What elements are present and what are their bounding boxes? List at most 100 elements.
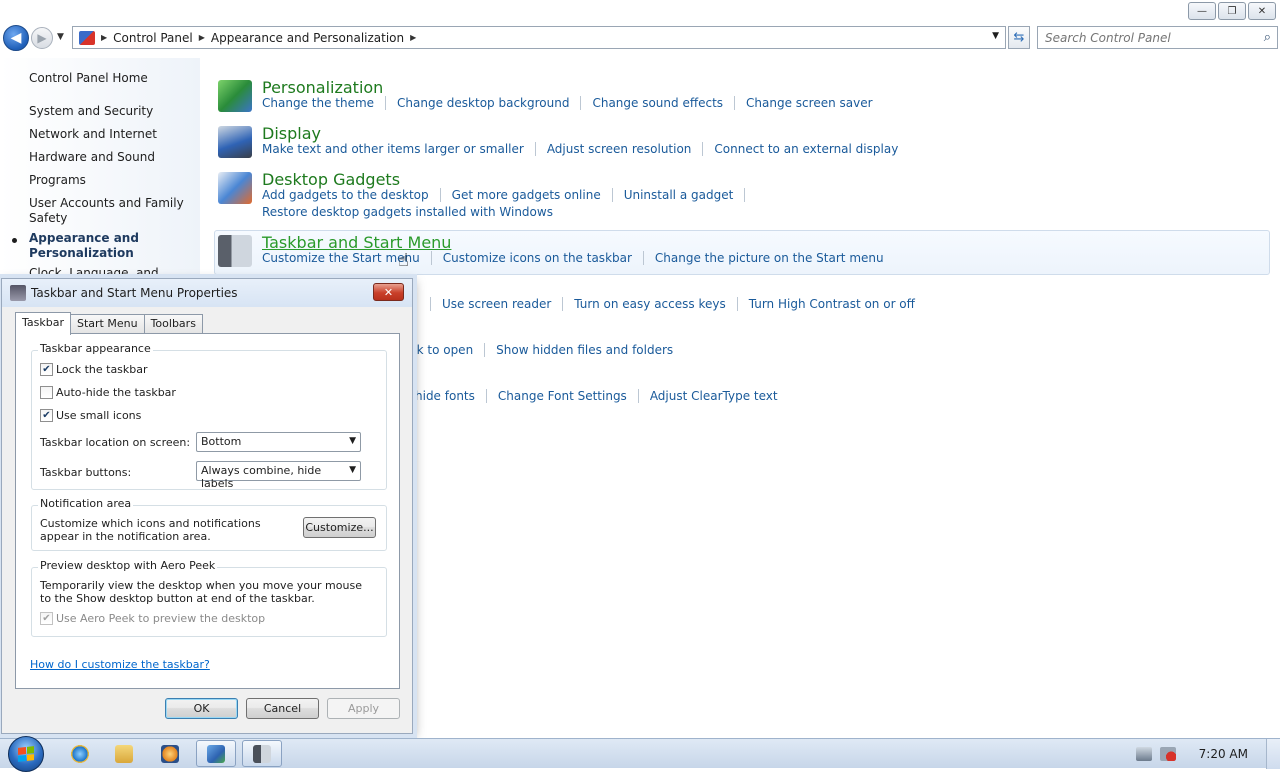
- sidebar-item-network[interactable]: Network and Internet: [29, 127, 194, 142]
- taskbar-start-menu-title[interactable]: Taskbar and Start Menu: [262, 233, 451, 252]
- sidebar-item-system-security[interactable]: System and Security: [29, 104, 194, 119]
- ie-icon: [71, 744, 89, 763]
- breadcrumb-appearance[interactable]: Appearance and Personalization: [211, 31, 404, 45]
- hand-cursor-icon: ☝: [398, 250, 409, 271]
- aero-peek-checkbox-label: Use Aero Peek to preview the desktop: [56, 612, 266, 625]
- link-add-gadgets[interactable]: Add gadgets to the desktop: [262, 188, 429, 202]
- taskbar-explorer-button[interactable]: [104, 740, 144, 767]
- link-screen-resolution[interactable]: Adjust screen resolution: [547, 142, 692, 156]
- notification-area-group: Notification area Customize which icons …: [31, 497, 387, 551]
- tab-toolbars[interactable]: Toolbars: [143, 314, 203, 334]
- forward-button[interactable]: ▶: [31, 27, 53, 49]
- sidebar-item-user-accounts[interactable]: User Accounts and Family Safety: [29, 196, 194, 226]
- display-icon[interactable]: [218, 126, 252, 158]
- link-cleartype[interactable]: Adjust ClearType text: [650, 389, 778, 403]
- link-change-start-picture[interactable]: Change the picture on the Start menu: [655, 251, 884, 265]
- link-external-display[interactable]: Connect to an external display: [714, 142, 898, 156]
- recent-pages-dropdown[interactable]: ▼: [57, 32, 64, 42]
- lock-taskbar-row[interactable]: ✔ Lock the taskbar: [40, 363, 148, 376]
- search-icon[interactable]: ⌕: [1264, 30, 1271, 45]
- link-more-gadgets[interactable]: Get more gadgets online: [452, 188, 601, 202]
- network-status-icon[interactable]: [1136, 747, 1152, 761]
- breadcrumb-control-panel[interactable]: Control Panel: [113, 31, 193, 45]
- address-dropdown-icon[interactable]: ▼: [992, 31, 999, 41]
- personalization-title[interactable]: Personalization: [262, 78, 383, 97]
- taskbar-buttons-select[interactable]: Always combine, hide labels ▼: [196, 461, 361, 490]
- link-restore-gadgets[interactable]: Restore desktop gadgets installed with W…: [262, 205, 553, 219]
- link-high-contrast[interactable]: Turn High Contrast on or off: [749, 297, 915, 311]
- lock-taskbar-checkbox[interactable]: ✔: [40, 363, 53, 376]
- dialog-close-button[interactable]: ✕: [373, 283, 404, 301]
- windows-logo-icon: [18, 746, 34, 762]
- personalization-icon[interactable]: [218, 80, 252, 112]
- taskbar-start-menu-icon[interactable]: [218, 235, 252, 267]
- apply-button: Apply: [327, 698, 400, 719]
- sidebar-item-hardware-sound[interactable]: Hardware and Sound: [29, 150, 194, 165]
- link-single-double-click[interactable]: ck to open: [410, 343, 473, 357]
- lock-taskbar-label[interactable]: Lock the taskbar: [56, 363, 148, 376]
- folder-options-links: ck to open Show hidden files and folders: [410, 343, 673, 357]
- link-separator: [430, 251, 432, 265]
- link-customize-start-menu[interactable]: Customize the Start menu: [262, 251, 420, 265]
- small-icons-row[interactable]: ✔ Use small icons: [40, 409, 141, 422]
- close-button[interactable]: ✕: [1248, 2, 1276, 20]
- breadcrumb-separator-icon[interactable]: ▶: [101, 33, 107, 42]
- gadgets-icon[interactable]: [218, 172, 252, 204]
- link-change-screen-saver[interactable]: Change screen saver: [746, 96, 873, 110]
- back-button[interactable]: ◀: [3, 25, 29, 51]
- taskbar-media-player-button[interactable]: [150, 740, 190, 767]
- link-separator: [580, 96, 582, 110]
- small-icons-label[interactable]: Use small icons: [56, 409, 141, 422]
- dialog-title-bar[interactable]: Taskbar and Start Menu Properties ✕: [2, 279, 412, 307]
- taskbar-properties-icon: [10, 285, 26, 301]
- breadcrumb-separator-icon[interactable]: ▶: [199, 33, 205, 42]
- tab-taskbar[interactable]: Taskbar: [15, 312, 71, 335]
- taskbar-ie-button[interactable]: [60, 740, 100, 767]
- active-item-bullet-icon: [12, 238, 17, 243]
- ok-button[interactable]: OK: [165, 698, 238, 719]
- start-button[interactable]: [8, 736, 44, 772]
- autohide-checkbox[interactable]: [40, 386, 53, 399]
- tab-start-menu[interactable]: Start Menu: [70, 314, 145, 334]
- address-bar[interactable]: ▶ Control Panel ▶ Appearance and Persona…: [72, 26, 1006, 49]
- search-input[interactable]: [1038, 27, 1248, 48]
- location-select-value: Bottom: [201, 435, 242, 448]
- link-text-size[interactable]: Make text and other items larger or smal…: [262, 142, 524, 156]
- link-separator: [736, 297, 738, 311]
- link-show-hidden-files[interactable]: Show hidden files and folders: [496, 343, 673, 357]
- small-icons-checkbox[interactable]: ✔: [40, 409, 53, 422]
- sidebar-item-home[interactable]: Control Panel Home: [29, 71, 194, 86]
- show-desktop-button[interactable]: [1266, 739, 1280, 769]
- link-show-hide-fonts[interactable]: hide fonts: [415, 389, 475, 403]
- link-uninstall-gadget[interactable]: Uninstall a gadget: [624, 188, 734, 202]
- link-change-desktop-background[interactable]: Change desktop background: [397, 96, 569, 110]
- sidebar-item-programs[interactable]: Programs: [29, 173, 194, 188]
- link-screen-reader[interactable]: Use screen reader: [442, 297, 551, 311]
- link-easy-access-keys[interactable]: Turn on easy access keys: [574, 297, 725, 311]
- location-select[interactable]: Bottom ▼: [196, 432, 361, 452]
- breadcrumb-separator-icon[interactable]: ▶: [410, 33, 416, 42]
- volume-muted-icon[interactable]: [1160, 747, 1176, 761]
- link-change-sound-effects[interactable]: Change sound effects: [592, 96, 723, 110]
- cancel-button[interactable]: Cancel: [246, 698, 319, 719]
- search-box[interactable]: ⌕: [1037, 26, 1278, 49]
- autohide-row[interactable]: Auto-hide the taskbar: [40, 386, 176, 399]
- taskbar-properties-button[interactable]: [242, 740, 282, 767]
- taskbar-control-panel-button[interactable]: [196, 740, 236, 767]
- link-customize-taskbar-icons[interactable]: Customize icons on the taskbar: [443, 251, 632, 265]
- gadgets-links-row2: Restore desktop gadgets installed with W…: [262, 205, 553, 219]
- link-font-settings[interactable]: Change Font Settings: [498, 389, 627, 403]
- help-customize-taskbar-link[interactable]: How do I customize the taskbar?: [30, 658, 210, 671]
- link-change-theme[interactable]: Change the theme: [262, 96, 374, 110]
- taskbar-clock[interactable]: 7:20 AM: [1199, 747, 1248, 761]
- display-title[interactable]: Display: [262, 124, 321, 143]
- autohide-label[interactable]: Auto-hide the taskbar: [56, 386, 176, 399]
- gadgets-title[interactable]: Desktop Gadgets: [262, 170, 400, 189]
- notification-tray: 7:20 AM: [1130, 739, 1280, 769]
- aero-peek-text: Temporarily view the desktop when you mo…: [40, 579, 362, 605]
- link-separator: [611, 188, 613, 202]
- minimize-button[interactable]: —: [1188, 2, 1216, 20]
- maximize-button[interactable]: ❐: [1218, 2, 1246, 20]
- customize-button[interactable]: Customize...: [303, 517, 376, 538]
- refresh-button[interactable]: ⇆: [1008, 26, 1030, 49]
